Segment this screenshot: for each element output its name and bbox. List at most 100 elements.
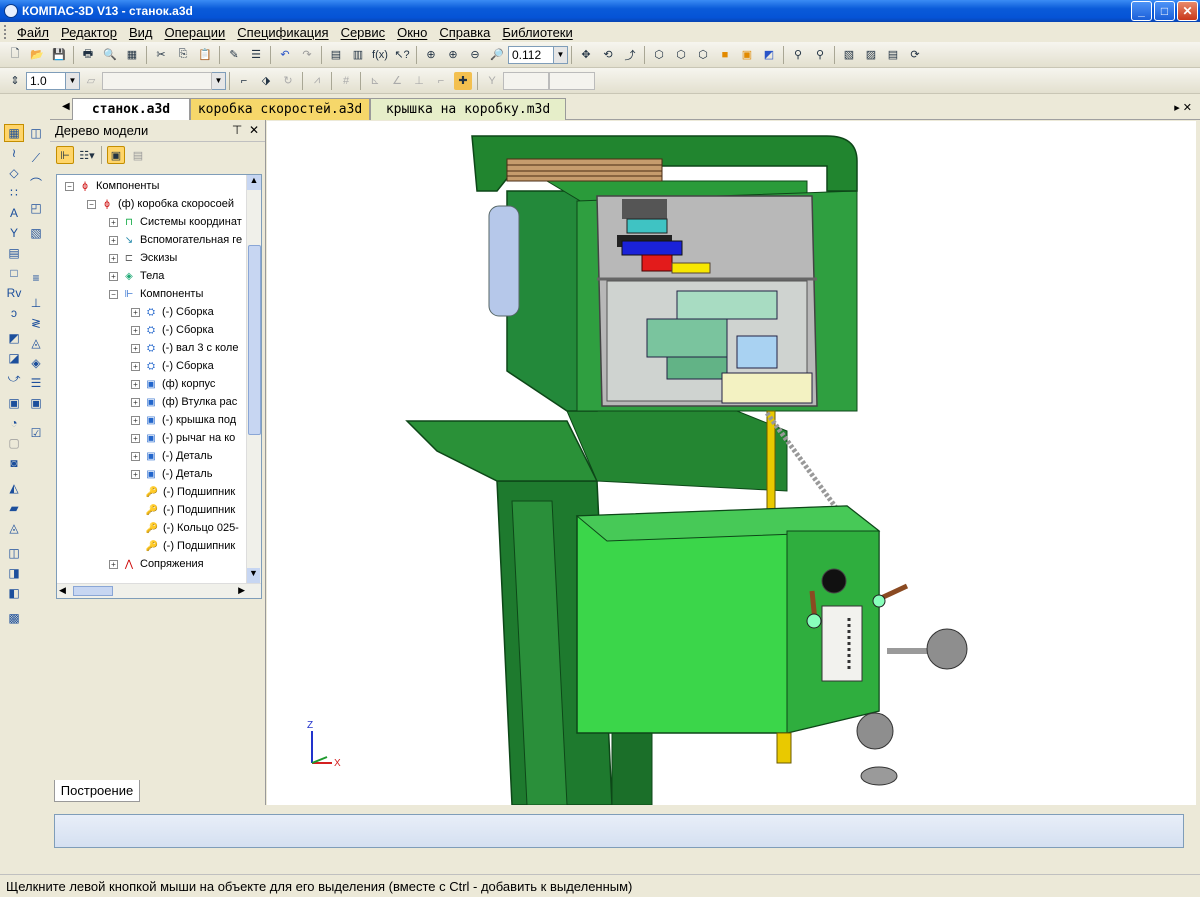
weld-icon[interactable]: ⊥	[26, 294, 46, 312]
snap-icon[interactable]: ⩘	[308, 72, 326, 90]
mirror-icon[interactable]: ◫	[4, 544, 24, 562]
array-icon[interactable]: ◬	[4, 519, 24, 537]
properties-panel[interactable]	[54, 814, 1184, 848]
tab-stanok[interactable]: станок.a3d	[72, 98, 190, 120]
geometry-icon[interactable]: ◫	[26, 124, 46, 142]
new-file-icon[interactable]: 🗋	[6, 46, 24, 64]
copy-icon[interactable]: ⎘	[174, 46, 192, 64]
machine-3d-model[interactable]: Z X	[267, 121, 1196, 805]
layer-dropdown-icon[interactable]: ▼	[212, 71, 226, 90]
coordinate-system-icon[interactable]: ⌐	[235, 72, 253, 90]
scroll-right-icon[interactable]: ▶	[238, 585, 245, 596]
rotate-icon[interactable]: ⟲	[599, 46, 617, 64]
diamond-icon[interactable]: ◈	[26, 354, 46, 372]
tree-item[interactable]: + ⊓ Системы координат	[109, 213, 242, 231]
manager-icon[interactable]: ▤	[327, 46, 345, 64]
cut-op-icon[interactable]: ◨	[4, 564, 24, 582]
coord-field-2[interactable]	[549, 71, 595, 90]
tree-item[interactable]: + ⛭ (-) Сборка	[131, 303, 214, 321]
tree-item[interactable]: 🔑 (-) Подшипник	[145, 537, 235, 555]
bind-icon[interactable]: ⌐	[432, 72, 450, 90]
tree-item[interactable]: + ▣ (ф) Втулка рас	[131, 393, 237, 411]
points-icon[interactable]: ∷	[4, 184, 24, 202]
tree-item[interactable]: + ⋀ Сопряжения	[109, 555, 204, 573]
step-icon[interactable]: ⇕	[6, 72, 24, 90]
loft-icon[interactable]: ▣	[4, 394, 24, 412]
tree-item[interactable]: + ⛭ (-) Сборка	[131, 321, 214, 339]
tree-item[interactable]: + ▣ (-) рычаг на ко	[131, 429, 235, 447]
text-icon[interactable]: A	[4, 204, 24, 222]
open-file-icon[interactable]: 📂	[28, 46, 46, 64]
tree-item[interactable]: 🔑 (-) Подшипник	[145, 483, 235, 501]
menu-libraries[interactable]: Библиотеки	[496, 25, 578, 40]
layer-field[interactable]	[102, 71, 212, 90]
tree-item[interactable]: + ▣ (ф) корпус	[131, 375, 215, 393]
tab-scroll-left-icon[interactable]: ◀	[62, 101, 70, 112]
pin-icon[interactable]: ⊤	[232, 123, 242, 137]
edit-detail-icon[interactable]: ▦	[4, 124, 24, 142]
sketch-icon[interactable]: ◇	[4, 164, 24, 182]
save-icon[interactable]: 💾	[50, 46, 68, 64]
variables-icon[interactable]: f(x)	[371, 46, 389, 64]
zoom-window-icon[interactable]: ⊕	[422, 46, 440, 64]
tree-item[interactable]: + ◈ Тела	[109, 267, 164, 285]
scroll-down-icon[interactable]: ▼	[247, 568, 260, 583]
menu-view[interactable]: Вид	[123, 25, 159, 40]
tree-vertical-scrollbar[interactable]: ▲ ▼	[246, 175, 261, 583]
equal-icon[interactable]: ≡	[26, 269, 46, 287]
wireframe-icon[interactable]: ⬡	[650, 46, 668, 64]
step-dropdown-icon[interactable]: ▼	[66, 71, 80, 90]
rotate-op-icon[interactable]: ◪	[4, 349, 24, 367]
tree-item[interactable]: + ▣ (-) Деталь	[131, 465, 212, 483]
sheet-icon[interactable]: ◧	[4, 584, 24, 602]
fillet-icon[interactable]: ◔	[4, 414, 24, 432]
orientation2-icon[interactable]: ⬗	[257, 72, 275, 90]
tab-gearbox[interactable]: коробка скоростей.a3d	[190, 98, 370, 120]
y-coordinate-icon[interactable]: Y	[483, 72, 501, 90]
rv-icon[interactable]: Rv	[4, 284, 24, 302]
print-icon[interactable]: 🖶	[79, 46, 97, 64]
list-icon[interactable]: ☰	[247, 46, 265, 64]
curve-icon[interactable]: ⌒	[26, 174, 46, 192]
zigzag-icon[interactable]: ≷	[26, 314, 46, 332]
halftone-edges-icon[interactable]: ▣	[738, 46, 756, 64]
filter-icon[interactable]: ⚲	[789, 46, 807, 64]
menu-service[interactable]: Сервис	[335, 25, 392, 40]
spec-obj-icon[interactable]: ▤	[4, 244, 24, 262]
menu-file[interactable]: Файл	[11, 25, 55, 40]
spec-icon[interactable]: ▨	[862, 46, 880, 64]
pan-icon[interactable]: ✥	[577, 46, 595, 64]
zoom-field[interactable]: 0.112	[508, 45, 554, 64]
hscroll-thumb[interactable]	[73, 586, 113, 596]
rib-icon[interactable]: ◭	[4, 479, 24, 497]
check-icon[interactable]: ☑	[26, 424, 46, 442]
plane-icon[interactable]: ◰	[26, 199, 46, 217]
tree-item[interactable]: 🔑 (-) Кольцо 025-	[145, 519, 239, 537]
menu-specification[interactable]: Спецификация	[231, 25, 334, 40]
menu-window[interactable]: Окно	[391, 25, 433, 40]
tree-item[interactable]: + ↘ Вспомогательная ге	[109, 231, 242, 249]
zoom-out-icon[interactable]: ⊖	[466, 46, 484, 64]
scroll-thumb[interactable]	[248, 245, 261, 435]
menu-operations[interactable]: Операции	[158, 25, 231, 40]
rect-icon[interactable]: □	[4, 264, 24, 282]
tab-close-icon[interactable]: ▸ ✕	[1174, 101, 1192, 114]
refresh-icon[interactable]: ⟳	[906, 46, 924, 64]
zoom-in-icon[interactable]: ⊕	[444, 46, 462, 64]
report-icon[interactable]: ▤	[884, 46, 902, 64]
tree-structure-icon[interactable]: ☷▾	[78, 146, 96, 164]
stack-icon[interactable]: ☰	[26, 374, 46, 392]
undo-icon[interactable]: ↶	[276, 46, 294, 64]
step-field[interactable]: 1.0	[26, 71, 66, 90]
local-cs-icon[interactable]: ↻	[279, 72, 297, 90]
perspective-icon[interactable]: ◩	[760, 46, 778, 64]
cut-icon[interactable]: ✂	[152, 46, 170, 64]
tree-icon[interactable]: ▧	[840, 46, 858, 64]
spiral-icon[interactable]: ↄ	[4, 304, 24, 322]
attach-icon[interactable]: ▩	[4, 609, 24, 627]
scroll-up-icon[interactable]: ▲	[247, 175, 261, 190]
orientation-icon[interactable]: ⤴	[621, 46, 639, 64]
thin-lines-icon[interactable]: ⬡	[694, 46, 712, 64]
axis-icon[interactable]: ⊥	[410, 72, 428, 90]
angle-icon[interactable]: ∠	[388, 72, 406, 90]
